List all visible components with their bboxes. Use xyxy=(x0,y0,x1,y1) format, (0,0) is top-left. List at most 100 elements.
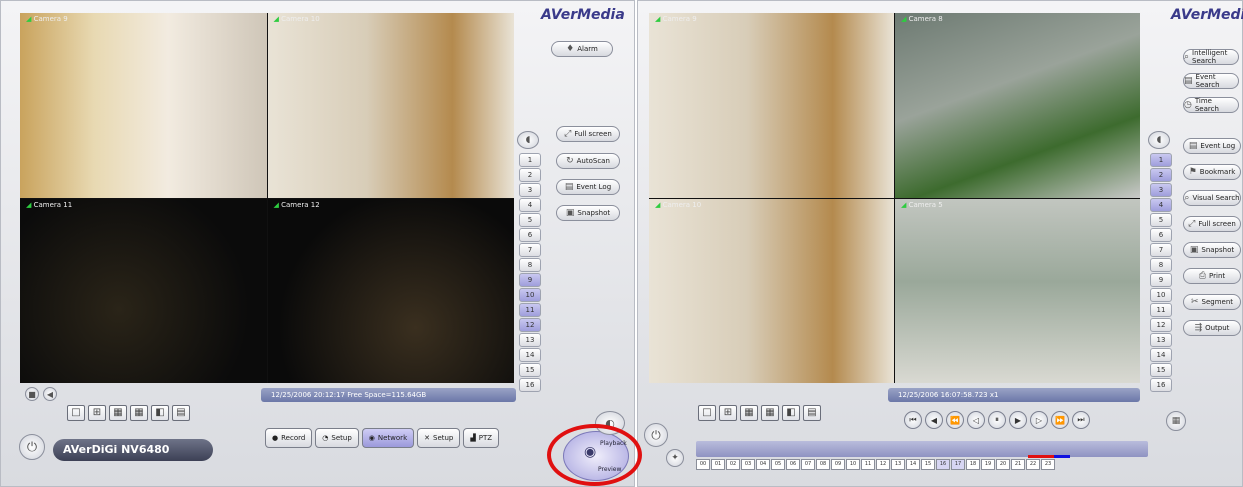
autoscan-button[interactable]: ↻ AutoScan xyxy=(556,153,620,169)
camera-view[interactable]: Camera 9 xyxy=(20,13,267,198)
visual-search-button[interactable]: ⌕ Visual Search xyxy=(1183,190,1241,206)
hour-button[interactable]: 18 xyxy=(966,459,980,470)
compass-icon[interactable]: ✦ xyxy=(666,449,684,467)
rewind-icon[interactable]: ⏪ xyxy=(946,411,964,429)
layout-4-icon[interactable]: ⊞ xyxy=(719,405,737,421)
channel-button[interactable]: 11 xyxy=(1150,303,1172,317)
channel-button[interactable]: 6 xyxy=(1150,228,1172,242)
stop-icon[interactable]: ■ xyxy=(25,387,39,401)
volume-icon[interactable]: ◀ xyxy=(43,387,57,401)
camera-view[interactable]: Camera 12 xyxy=(267,198,514,383)
hour-button[interactable]: 09 xyxy=(831,459,845,470)
camera-view[interactable]: Camera 10 xyxy=(649,198,894,383)
hour-button[interactable]: 06 xyxy=(786,459,800,470)
hour-button[interactable]: 10 xyxy=(846,459,860,470)
channel-button[interactable]: 5 xyxy=(519,213,541,227)
hour-button[interactable]: 14 xyxy=(906,459,920,470)
channel-button[interactable]: 14 xyxy=(1150,348,1172,362)
tab-network[interactable]: ◉ Network xyxy=(361,428,415,448)
channel-button[interactable]: 11 xyxy=(519,303,541,317)
hour-button[interactable]: 05 xyxy=(771,459,785,470)
bookmark-button[interactable]: ⚑ Bookmark xyxy=(1183,164,1241,180)
channel-button[interactable]: 16 xyxy=(519,378,541,392)
play-icon[interactable]: ▶ xyxy=(1009,411,1027,429)
tab-ptz[interactable]: ▟ PTZ xyxy=(463,428,500,448)
channel-button[interactable]: 8 xyxy=(1150,258,1172,272)
time-search-button[interactable]: ◷ Time Search xyxy=(1183,97,1239,113)
full-screen-button[interactable]: ⤢ Full screen xyxy=(556,126,620,142)
channel-button[interactable]: 10 xyxy=(519,288,541,302)
hour-button[interactable]: 04 xyxy=(756,459,770,470)
channel-button[interactable]: 2 xyxy=(519,168,541,182)
snapshot-button[interactable]: ▣ Snapshot xyxy=(556,205,620,221)
hour-button[interactable]: 20 xyxy=(996,459,1010,470)
first-frame-icon[interactable]: ⏮ xyxy=(904,411,922,429)
tab-record[interactable]: ● Record xyxy=(265,428,313,448)
intelligent-search-button[interactable]: ⌕ Intelligent Search xyxy=(1183,49,1239,65)
hour-button[interactable]: 00 xyxy=(696,459,710,470)
layout-6-icon[interactable]: ◧ xyxy=(782,405,800,421)
hour-button[interactable]: 21 xyxy=(1011,459,1025,470)
channel-button[interactable]: 7 xyxy=(1150,243,1172,257)
hour-button[interactable]: 03 xyxy=(741,459,755,470)
calendar-icon[interactable]: ▦ xyxy=(1166,411,1186,431)
alarm-button[interactable]: ♦ Alarm xyxy=(551,41,613,57)
channel-button[interactable]: 4 xyxy=(519,198,541,212)
hour-button[interactable]: 13 xyxy=(891,459,905,470)
speaker-icon[interactable]: ◖ xyxy=(517,131,539,149)
channel-button[interactable]: 2 xyxy=(1150,168,1172,182)
camera-view[interactable]: Camera 9 xyxy=(649,13,894,198)
channel-button[interactable]: 5 xyxy=(1150,213,1172,227)
channel-button[interactable]: 8 xyxy=(519,258,541,272)
hour-button[interactable]: 12 xyxy=(876,459,890,470)
layout-16-icon[interactable]: ▦ xyxy=(761,405,779,421)
step-back-icon[interactable]: ◀ xyxy=(925,411,943,429)
camera-view[interactable]: Camera 5 xyxy=(895,198,1140,383)
channel-button[interactable]: 4 xyxy=(1150,198,1172,212)
hour-button[interactable]: 16 xyxy=(936,459,950,470)
layout-9-icon[interactable]: ▦ xyxy=(740,405,758,421)
channel-button[interactable]: 16 xyxy=(1150,378,1172,392)
hour-button[interactable]: 01 xyxy=(711,459,725,470)
full-screen-button[interactable]: ⤢ Full screen xyxy=(1183,216,1241,232)
channel-button[interactable]: 15 xyxy=(519,363,541,377)
power-button[interactable]: ⏻ xyxy=(19,434,45,460)
channel-button[interactable]: 13 xyxy=(519,333,541,347)
channel-button[interactable]: 3 xyxy=(519,183,541,197)
tab-setup[interactable]: ◔ Setup xyxy=(315,428,359,448)
hour-button[interactable]: 19 xyxy=(981,459,995,470)
channel-button[interactable]: 9 xyxy=(519,273,541,287)
layout-13-icon[interactable]: ▤ xyxy=(803,405,821,421)
channel-button[interactable]: 1 xyxy=(519,153,541,167)
channel-button[interactable]: 9 xyxy=(1150,273,1172,287)
event-search-button[interactable]: ▤ Event Search xyxy=(1183,73,1239,89)
hour-button[interactable]: 02 xyxy=(726,459,740,470)
channel-button[interactable]: 14 xyxy=(519,348,541,362)
channel-button[interactable]: 10 xyxy=(1150,288,1172,302)
hour-button[interactable]: 22 xyxy=(1026,459,1040,470)
power-button[interactable]: ⏻ xyxy=(644,423,668,447)
tab-system-setup[interactable]: ✕ Setup xyxy=(417,428,461,448)
event-log-button[interactable]: ▤ Event Log xyxy=(556,179,620,195)
pause-icon[interactable]: ⏸ xyxy=(988,411,1006,429)
channel-button[interactable]: 1 xyxy=(1150,153,1172,167)
camera-view[interactable]: Camera 10 xyxy=(267,13,514,198)
layout-1-icon[interactable]: □ xyxy=(698,405,716,421)
hour-button[interactable]: 11 xyxy=(861,459,875,470)
hour-button[interactable]: 08 xyxy=(816,459,830,470)
layout-6-icon[interactable]: ◧ xyxy=(151,405,169,421)
event-log-button[interactable]: ▤ Event Log xyxy=(1183,138,1241,154)
timeline-bar[interactable] xyxy=(696,441,1148,457)
channel-button[interactable]: 7 xyxy=(519,243,541,257)
fast-forward-icon[interactable]: ⏩ xyxy=(1051,411,1069,429)
channel-button[interactable]: 13 xyxy=(1150,333,1172,347)
step-forward-icon[interactable]: ▷ xyxy=(1030,411,1048,429)
layout-16-icon[interactable]: ▦ xyxy=(130,405,148,421)
snapshot-button[interactable]: ▣ Snapshot xyxy=(1183,242,1241,258)
hour-button[interactable]: 23 xyxy=(1041,459,1055,470)
last-frame-icon[interactable]: ⏭ xyxy=(1072,411,1090,429)
camera-view[interactable]: Camera 11 xyxy=(20,198,267,383)
camera-view[interactable]: Camera 8 xyxy=(895,13,1140,198)
channel-button[interactable]: 6 xyxy=(519,228,541,242)
hour-button[interactable]: 15 xyxy=(921,459,935,470)
